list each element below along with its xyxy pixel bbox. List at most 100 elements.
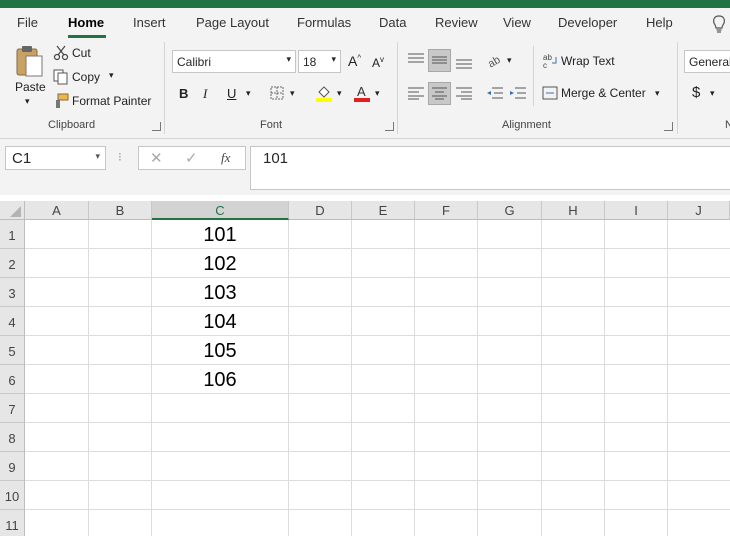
paste-button[interactable]: Paste [15,80,46,94]
align-right-icon[interactable] [455,86,473,100]
borders-icon[interactable] [270,86,284,100]
row-header-6[interactable]: 6 [0,365,25,394]
orientation-chevron-down-icon[interactable]: ▾ [507,55,512,66]
row-header-10[interactable]: 10 [0,481,25,510]
currency-format-button[interactable]: $ [692,84,700,101]
scissors-icon[interactable] [53,45,69,61]
chevron-down-icon: ▾ [286,54,291,64]
column-header-f[interactable]: F [415,201,478,220]
tab-help[interactable]: Help [646,15,673,30]
select-all-corner[interactable] [0,201,25,220]
cell-c1[interactable]: 101 [152,220,288,249]
align-left-icon[interactable] [407,86,425,100]
row-header-11[interactable]: 11 [0,510,25,536]
copy-button[interactable]: Copy [72,70,100,84]
enter-check-icon[interactable]: ✓ [185,149,198,167]
tab-home[interactable]: Home [68,15,104,30]
merge-center-button[interactable]: Merge & Center [561,86,646,100]
fill-color-chevron-down-icon[interactable]: ▾ [337,88,342,99]
align-bottom-icon[interactable] [455,56,473,70]
tab-view[interactable]: View [503,15,531,30]
tab-developer[interactable]: Developer [558,15,617,30]
increase-font-size-icon[interactable]: A^ [348,53,361,69]
row-header-1[interactable]: 1 [0,220,25,249]
gridline [541,220,542,536]
gridline [25,277,730,278]
column-header-c[interactable]: C [152,201,289,220]
name-box-value: C1 [12,150,32,167]
merge-center-icon[interactable] [542,85,558,101]
format-painter-icon[interactable] [53,93,69,109]
svg-text:c: c [543,61,547,69]
chevron-down-icon[interactable]: ▾ [95,151,100,162]
column-header-b[interactable]: B [89,201,152,220]
row-header-3[interactable]: 3 [0,278,25,307]
tab-formulas[interactable]: Formulas [297,15,351,30]
column-header-g[interactable]: G [478,201,542,220]
chevron-down-icon: ▾ [331,54,336,64]
column-header-e[interactable]: E [352,201,415,220]
number-format-dropdown[interactable]: General [684,50,730,73]
align-middle-button[interactable] [428,49,451,72]
paste-icon[interactable] [14,44,44,78]
alignment-dialog-launcher-icon[interactable] [664,122,673,131]
column-header-i[interactable]: I [605,201,668,220]
group-separator [164,42,165,134]
font-color-icon[interactable]: A [353,84,371,102]
cut-button[interactable]: Cut [72,46,91,60]
tab-review[interactable]: Review [435,15,478,30]
wrap-text-button[interactable]: Wrap Text [561,54,615,68]
font-color-chevron-down-icon[interactable]: ▾ [375,88,380,99]
wrap-text-icon[interactable]: ab c [542,53,558,69]
cell-c2[interactable]: 102 [152,249,288,278]
row-header-9[interactable]: 9 [0,452,25,481]
bold-button[interactable]: B [179,86,188,101]
column-header-a[interactable]: A [25,201,89,220]
underline-chevron-down-icon[interactable]: ▾ [246,88,251,99]
italic-button[interactable]: I [203,86,207,102]
tab-insert[interactable]: Insert [133,15,166,30]
worksheet-grid[interactable]: A B C D E F G H I J 1 2 3 4 5 6 7 8 9 10… [0,201,730,536]
name-box[interactable]: C1 ▾ [5,146,106,170]
row-header-2[interactable]: 2 [0,249,25,278]
copy-icon[interactable] [53,69,69,85]
tab-page-layout[interactable]: Page Layout [196,15,269,30]
tab-data[interactable]: Data [379,15,406,30]
currency-chevron-down-icon[interactable]: ▾ [710,88,715,99]
decrease-font-size-icon[interactable]: Av [372,55,384,70]
formula-input[interactable]: 101 [250,146,730,190]
font-family-dropdown[interactable]: Calibri ▾ [172,50,296,73]
column-header-d[interactable]: D [289,201,352,220]
paste-chevron-down-icon[interactable]: ▾ [25,96,30,107]
align-top-icon[interactable] [407,52,425,66]
lightbulb-icon[interactable] [711,14,727,34]
align-center-button[interactable] [428,82,451,105]
cell-c3[interactable]: 103 [152,278,288,307]
format-painter-button[interactable]: Format Painter [72,94,151,108]
copy-chevron-down-icon[interactable]: ▾ [109,70,114,81]
tab-file[interactable]: File [17,15,38,30]
cancel-icon[interactable]: ✕ [150,149,163,167]
gridline [25,509,730,510]
decrease-indent-icon[interactable] [486,86,504,100]
column-header-j[interactable]: J [668,201,730,220]
row-header-5[interactable]: 5 [0,336,25,365]
font-size-dropdown[interactable]: 18 ▾ [298,50,341,73]
borders-chevron-down-icon[interactable]: ▾ [290,88,295,99]
merge-chevron-down-icon[interactable]: ▾ [655,88,660,99]
font-dialog-launcher-icon[interactable] [385,122,394,131]
fill-color-icon[interactable] [315,84,333,102]
select-all-triangle-icon [10,206,21,217]
increase-indent-icon[interactable] [509,86,527,100]
clipboard-dialog-launcher-icon[interactable] [152,122,161,131]
cell-c4[interactable]: 104 [152,307,288,336]
row-header-8[interactable]: 8 [0,423,25,452]
row-header-7[interactable]: 7 [0,394,25,423]
cell-c5[interactable]: 105 [152,336,288,365]
insert-function-icon[interactable]: fx [221,150,230,166]
orientation-icon[interactable]: ab [486,52,504,68]
row-header-4[interactable]: 4 [0,307,25,336]
underline-button[interactable]: U [227,86,236,101]
column-header-h[interactable]: H [542,201,605,220]
cell-c6[interactable]: 106 [152,365,288,394]
